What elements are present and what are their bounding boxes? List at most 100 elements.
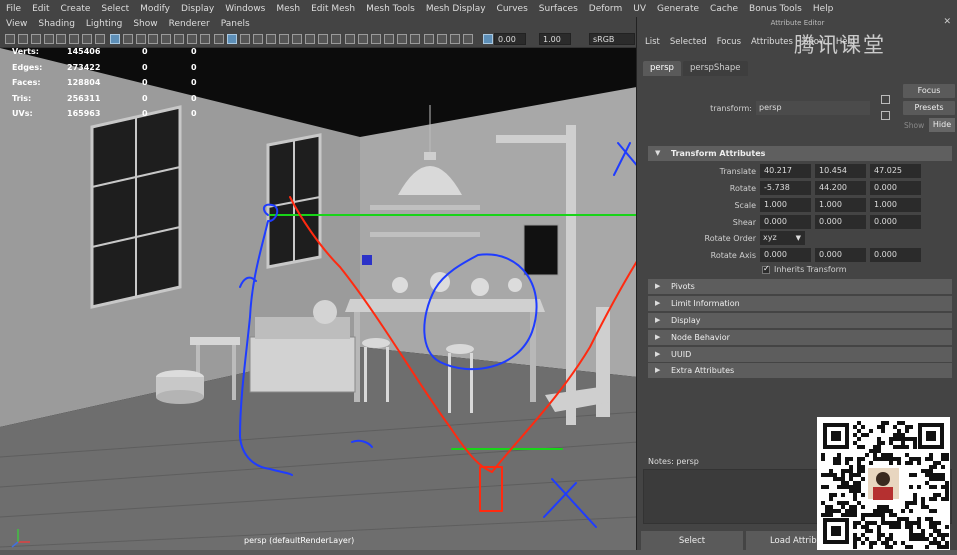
input-connection-icon[interactable] [881, 95, 890, 104]
close-icon[interactable]: ✕ [943, 17, 951, 27]
viewport-tool-icon[interactable] [305, 34, 315, 44]
viewport-tool-icon[interactable] [240, 34, 250, 44]
rotate-x-field[interactable]: -5.738 [760, 181, 811, 195]
tab-persp[interactable]: persp [643, 61, 681, 76]
section-uuid[interactable]: ▶ UUID [648, 347, 952, 362]
translate-z-field[interactable]: 47.025 [870, 164, 921, 178]
rotate-axis-z-field[interactable]: 0.000 [870, 248, 921, 262]
viewport-tool-icon[interactable] [371, 34, 381, 44]
viewport-tool-icon[interactable] [410, 34, 420, 44]
ae-menu-attributes[interactable]: Attributes [751, 37, 793, 47]
panel-menu-lighting[interactable]: Lighting [86, 19, 122, 29]
viewport-tool-icon[interactable] [384, 34, 394, 44]
menu-generate[interactable]: Generate [657, 4, 699, 14]
menu-cache[interactable]: Cache [710, 4, 738, 14]
focus-button[interactable]: Focus [903, 84, 955, 98]
shear-x-field[interactable]: 0.000 [760, 215, 811, 229]
shear-y-field[interactable]: 0.000 [815, 215, 866, 229]
panel-menu-view[interactable]: View [6, 19, 27, 29]
viewport-tool-icon[interactable] [5, 34, 15, 44]
scale-z-field[interactable]: 1.000 [870, 198, 921, 212]
section-transform-attributes[interactable]: ▼ Transform Attributes [648, 146, 952, 161]
output-connection-icon[interactable] [881, 111, 890, 120]
viewport-tool-icon[interactable] [187, 34, 197, 44]
presets-button[interactable]: Presets [903, 101, 955, 115]
ae-menu-selected[interactable]: Selected [670, 37, 707, 47]
menu-bonus-tools[interactable]: Bonus Tools [749, 4, 802, 14]
panel-menu-panels[interactable]: Panels [221, 19, 250, 29]
viewport-tool-icon[interactable] [161, 34, 171, 44]
scale-y-field[interactable]: 1.000 [815, 198, 866, 212]
gamma-field[interactable]: 1.00 [539, 33, 571, 45]
inherits-transform-checkbox[interactable]: ✓ [762, 264, 770, 274]
rotate-y-field[interactable]: 44.200 [815, 181, 866, 195]
viewport-tool-icon[interactable] [31, 34, 41, 44]
viewport-tool-icon[interactable] [450, 34, 460, 44]
transform-name-field[interactable]: persp [756, 101, 870, 115]
panel-menu-shading[interactable]: Shading [38, 19, 75, 29]
section-limit-information[interactable]: ▶ Limit Information [648, 296, 952, 311]
viewport-tool-icon[interactable] [82, 34, 92, 44]
select-button[interactable]: Select [641, 531, 743, 551]
viewport-tool-icon[interactable] [56, 34, 66, 44]
menu-file[interactable]: File [6, 4, 21, 14]
viewport-tool-icon[interactable] [331, 34, 341, 44]
menu-modify[interactable]: Modify [140, 4, 170, 14]
ae-menu-list[interactable]: List [645, 37, 660, 47]
viewport-tool-icon[interactable] [437, 34, 447, 44]
viewport-tool-icon[interactable] [279, 34, 289, 44]
section-extra-attributes[interactable]: ▶ Extra Attributes [648, 363, 952, 378]
viewport-tool-icon[interactable] [424, 34, 434, 44]
shear-z-field[interactable]: 0.000 [870, 215, 921, 229]
viewport-tool-icon[interactable] [253, 34, 263, 44]
viewport-tool-icon[interactable] [483, 34, 493, 44]
exposure-field[interactable]: 0.00 [494, 33, 526, 45]
viewport-tool-icon[interactable] [136, 34, 146, 44]
viewport-tool-icon[interactable] [95, 34, 105, 44]
menu-uv[interactable]: UV [633, 4, 646, 14]
menu-display[interactable]: Display [181, 4, 214, 14]
section-pivots[interactable]: ▶ Pivots [648, 279, 952, 294]
menu-mesh-tools[interactable]: Mesh Tools [366, 4, 415, 14]
viewport-tool-icon[interactable] [44, 34, 54, 44]
viewport-tool-icon[interactable] [174, 34, 184, 44]
menu-windows[interactable]: Windows [225, 4, 265, 14]
hide-button[interactable]: Hide [929, 118, 955, 132]
rotate-z-field[interactable]: 0.000 [870, 181, 921, 195]
viewport-tool-icon[interactable] [227, 34, 237, 44]
ae-menu-focus[interactable]: Focus [717, 37, 741, 47]
viewport-tool-icon[interactable] [18, 34, 28, 44]
viewport-tool-icon[interactable] [463, 34, 473, 44]
viewport-tool-icon[interactable] [214, 34, 224, 44]
rotate-axis-y-field[interactable]: 0.000 [815, 248, 866, 262]
menu-edit[interactable]: Edit [32, 4, 49, 14]
menu-edit-mesh[interactable]: Edit Mesh [311, 4, 355, 14]
viewport-tool-icon[interactable] [358, 34, 368, 44]
section-display[interactable]: ▶ Display [648, 313, 952, 328]
menu-deform[interactable]: Deform [589, 4, 622, 14]
viewport-tool-icon[interactable] [292, 34, 302, 44]
viewport-tool-icon[interactable] [200, 34, 210, 44]
scale-x-field[interactable]: 1.000 [760, 198, 811, 212]
tab-perspshape[interactable]: perspShape [682, 61, 748, 76]
menu-create[interactable]: Create [61, 4, 91, 14]
menu-curves[interactable]: Curves [497, 4, 528, 14]
menu-mesh[interactable]: Mesh [276, 4, 300, 14]
section-node-behavior[interactable]: ▶ Node Behavior [648, 330, 952, 345]
viewport-tool-icon[interactable] [345, 34, 355, 44]
menu-help[interactable]: Help [813, 4, 834, 14]
viewport-tool-icon[interactable] [110, 34, 120, 44]
viewport-tool-icon[interactable] [266, 34, 276, 44]
viewport-tool-icon[interactable] [318, 34, 328, 44]
colorspace-dropdown[interactable]: sRGB gamm [589, 33, 635, 55]
panel-menu-show[interactable]: Show [133, 19, 157, 29]
menu-surfaces[interactable]: Surfaces [539, 4, 578, 14]
panel-menu-renderer[interactable]: Renderer [169, 19, 210, 29]
viewport-tool-icon[interactable] [397, 34, 407, 44]
viewport-tool-icon[interactable] [123, 34, 133, 44]
translate-y-field[interactable]: 10.454 [815, 164, 866, 178]
translate-x-field[interactable]: 40.217 [760, 164, 811, 178]
viewport-tool-icon[interactable] [148, 34, 158, 44]
rotate-order-dropdown[interactable]: xyz ▼ [760, 231, 805, 245]
menu-mesh-display[interactable]: Mesh Display [426, 4, 486, 14]
